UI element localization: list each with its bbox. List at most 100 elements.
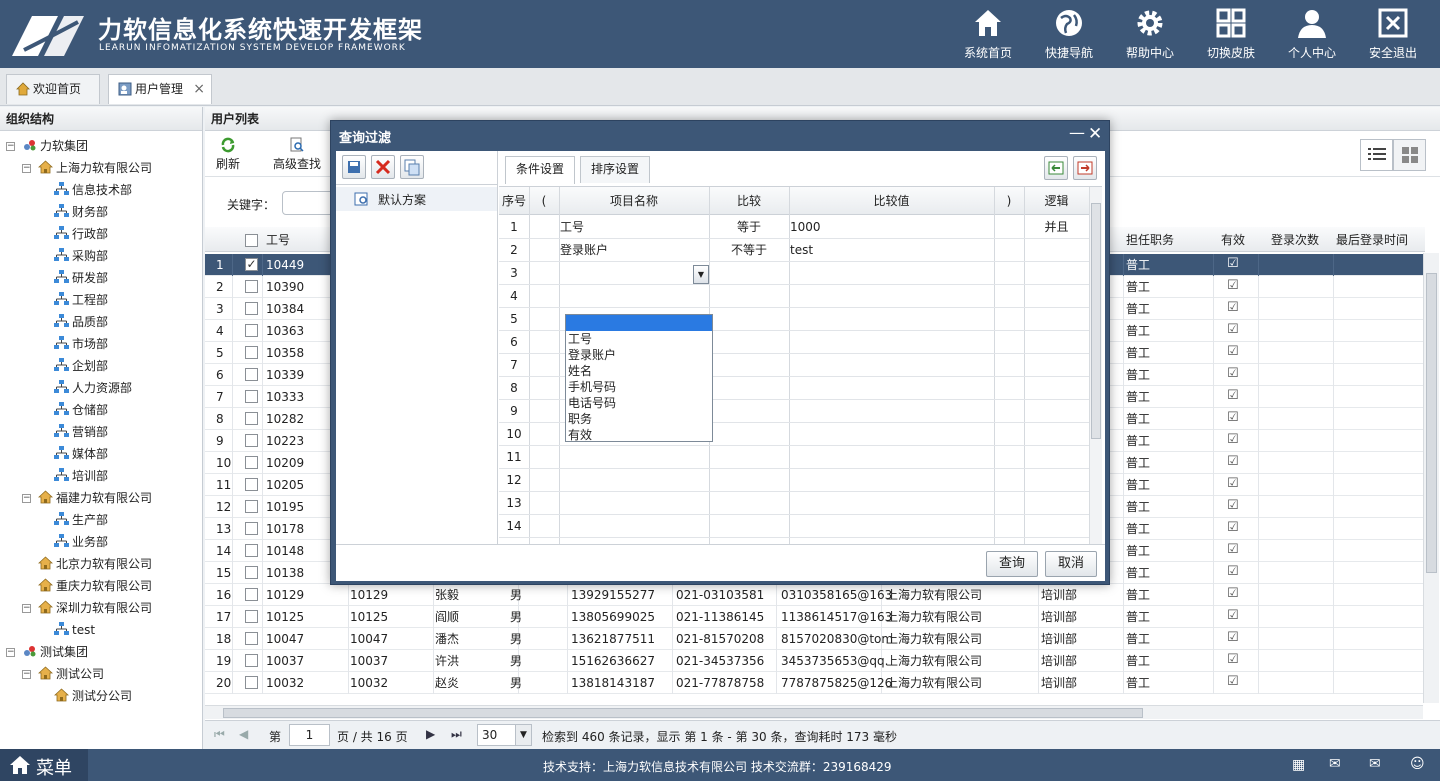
col-id[interactable]: 工号 bbox=[266, 229, 290, 251]
row-checkbox[interactable] bbox=[245, 610, 258, 623]
row-checkbox[interactable] bbox=[245, 456, 258, 469]
grid-vscroll-thumb[interactable] bbox=[1426, 273, 1437, 573]
row-checkbox[interactable] bbox=[245, 478, 258, 491]
condition-vscroll[interactable] bbox=[1089, 187, 1102, 544]
save-scheme-button[interactable] bbox=[342, 155, 366, 179]
tree-collapse-toggle[interactable]: − bbox=[6, 648, 15, 657]
table-row[interactable]: 18 10047 10047 潘杰 男 13621877511 021-81570208 81… bbox=[205, 628, 1423, 650]
next-page-icon[interactable]: ▶ bbox=[426, 727, 435, 741]
grid-hscroll[interactable] bbox=[205, 705, 1423, 719]
dropdown-option[interactable]: 有效 bbox=[566, 427, 712, 443]
cancel-button[interactable]: 取消 bbox=[1045, 551, 1097, 577]
tree-node[interactable]: 仓储部 bbox=[54, 399, 108, 421]
tab-sort[interactable]: 排序设置 bbox=[580, 156, 650, 183]
query-button[interactable]: 查询 bbox=[986, 551, 1038, 577]
chat-icon[interactable]: ✉ bbox=[1329, 756, 1341, 772]
last-page-icon[interactable]: ⏭ bbox=[451, 727, 462, 742]
nav-skin[interactable]: 切换皮肤 bbox=[1192, 4, 1270, 64]
dropdown-option[interactable]: 手机号码 bbox=[566, 379, 712, 395]
row-checkbox[interactable] bbox=[245, 632, 258, 645]
refresh-button[interactable]: 刷新 bbox=[216, 137, 240, 172]
col-duty[interactable]: 担任职务 bbox=[1126, 229, 1174, 251]
condition-cell-field[interactable]: 登录账户 bbox=[559, 239, 709, 261]
row-checkbox[interactable] bbox=[245, 324, 258, 337]
grid-vscroll[interactable] bbox=[1423, 253, 1439, 703]
row-checkbox[interactable] bbox=[245, 412, 258, 425]
tree-node[interactable]: 培训部 bbox=[54, 465, 108, 487]
tree-node[interactable]: 研发部 bbox=[54, 267, 108, 289]
tree-node[interactable]: 重庆力软有限公司 bbox=[38, 575, 152, 597]
row-checkbox[interactable] bbox=[245, 544, 258, 557]
tree-node[interactable]: 媒体部 bbox=[54, 443, 108, 465]
condition-cell-logic[interactable]: 并且 bbox=[1024, 216, 1089, 238]
tree-node[interactable]: 深圳力软有限公司 bbox=[38, 597, 152, 619]
nav-quick[interactable]: 快捷导航 bbox=[1030, 4, 1108, 64]
condition-cell-op[interactable]: 等于 bbox=[709, 216, 789, 238]
tree-node[interactable]: 测试公司 bbox=[38, 663, 104, 685]
prev-page-icon[interactable]: ◀ bbox=[239, 727, 248, 741]
page-input[interactable]: 1 bbox=[289, 724, 330, 746]
advanced-search-button[interactable]: 高级查找 bbox=[273, 137, 321, 172]
scheme-item-default[interactable]: 默认方案 bbox=[336, 187, 497, 211]
calendar-icon[interactable]: ▦ bbox=[1292, 757, 1305, 773]
row-checkbox[interactable]: ✓ bbox=[245, 258, 258, 271]
tree-collapse-toggle[interactable]: − bbox=[22, 604, 31, 613]
row-checkbox[interactable] bbox=[245, 346, 258, 359]
tab-home[interactable]: 欢迎首页 bbox=[6, 74, 100, 104]
row-checkbox[interactable] bbox=[245, 368, 258, 381]
col-login-count[interactable]: 登录次数 bbox=[1271, 229, 1319, 251]
condition-cell-value[interactable]: 1000 bbox=[789, 216, 994, 238]
row-checkbox[interactable] bbox=[245, 588, 258, 601]
tree-collapse-toggle[interactable]: − bbox=[22, 670, 31, 679]
col-valid[interactable]: 有效 bbox=[1221, 229, 1245, 251]
condition-cell-op[interactable]: 不等于 bbox=[709, 239, 789, 261]
condition-vscroll-thumb[interactable] bbox=[1091, 203, 1101, 439]
tree-node[interactable]: test bbox=[54, 619, 95, 641]
tree-node[interactable]: 福建力软有限公司 bbox=[38, 487, 152, 509]
nav-help[interactable]: 帮助中心 bbox=[1111, 4, 1189, 64]
tree-collapse-toggle[interactable]: − bbox=[6, 142, 15, 151]
col-last-login[interactable]: 最后登录时间 bbox=[1336, 229, 1408, 251]
row-checkbox[interactable] bbox=[245, 302, 258, 315]
tree-node[interactable]: 品质部 bbox=[54, 311, 108, 333]
nav-logout[interactable]: 安全退出 bbox=[1354, 4, 1432, 64]
dropdown-empty-option[interactable] bbox=[566, 315, 712, 331]
tab-conditions[interactable]: 条件设置 bbox=[505, 156, 575, 184]
dropdown-option[interactable]: 工号 bbox=[566, 331, 712, 347]
dropdown-option[interactable]: 姓名 bbox=[566, 363, 712, 379]
page-size-select[interactable]: 30 ▼ bbox=[477, 724, 532, 746]
row-checkbox[interactable] bbox=[245, 522, 258, 535]
tree-node[interactable]: 人力资源部 bbox=[54, 377, 132, 399]
select-all-checkbox[interactable] bbox=[245, 234, 258, 247]
row-checkbox[interactable] bbox=[245, 390, 258, 403]
add-row-button[interactable] bbox=[1044, 156, 1068, 180]
table-row[interactable]: 17 10125 10125 阎顺 男 13805699025 021-11386145 11… bbox=[205, 606, 1423, 628]
tree-node[interactable]: 力软集团 bbox=[22, 135, 88, 157]
tree-collapse-toggle[interactable]: − bbox=[22, 494, 31, 503]
nav-home[interactable]: 系统首页 bbox=[949, 4, 1027, 64]
delete-scheme-button[interactable] bbox=[371, 155, 395, 179]
tree-node[interactable]: 生产部 bbox=[54, 509, 108, 531]
menu-button[interactable]: 菜单 bbox=[0, 749, 88, 781]
dropdown-option[interactable]: 电话号码 bbox=[566, 395, 712, 411]
table-row[interactable]: 16 10129 10129 张毅 男 13929155277 021-03103581 03… bbox=[205, 584, 1423, 606]
minimize-icon[interactable]: — bbox=[1069, 123, 1085, 142]
first-page-icon[interactable]: ⏮ bbox=[214, 727, 225, 742]
row-checkbox[interactable] bbox=[245, 566, 258, 579]
tree-node[interactable]: 营销部 bbox=[54, 421, 108, 443]
dropdown-option[interactable]: 职务 bbox=[566, 411, 712, 427]
copy-scheme-button[interactable] bbox=[400, 155, 424, 179]
tree-node[interactable]: 企划部 bbox=[54, 355, 108, 377]
tree-node[interactable]: 行政部 bbox=[54, 223, 108, 245]
mail-icon[interactable]: ✉ bbox=[1369, 756, 1381, 772]
table-row[interactable]: 20 10032 10032 赵炎 男 13818143187 021-77878758 77… bbox=[205, 672, 1423, 694]
tab-close-icon[interactable]: × bbox=[193, 75, 205, 103]
tree-node[interactable]: 采购部 bbox=[54, 245, 108, 267]
tree-node[interactable]: 工程部 bbox=[54, 289, 108, 311]
nav-profile[interactable]: 个人中心 bbox=[1273, 4, 1351, 64]
tree-node[interactable]: 信息技术部 bbox=[54, 179, 132, 201]
card-view-button[interactable] bbox=[1393, 139, 1426, 171]
tab-users[interactable]: 用户管理 × bbox=[108, 74, 212, 104]
grid-hscroll-thumb[interactable] bbox=[223, 708, 1143, 718]
row-checkbox[interactable] bbox=[245, 434, 258, 447]
